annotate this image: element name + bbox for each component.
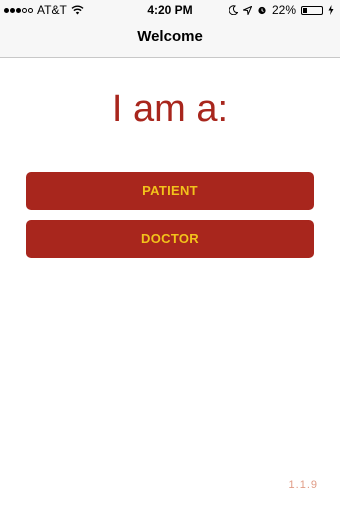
doctor-button[interactable]: DOCTOR (26, 220, 314, 258)
page-heading: I am a: (111, 88, 229, 130)
alarm-clock-icon (257, 5, 267, 15)
charging-bolt-icon (328, 5, 334, 15)
battery-percent: 22% (271, 3, 296, 17)
location-arrow-icon (242, 5, 252, 15)
moon-icon (228, 5, 238, 15)
nav-title: Welcome (137, 28, 203, 45)
navigation-bar: Welcome (0, 20, 340, 58)
patient-button[interactable]: PATIENT (26, 172, 314, 210)
battery-icon (301, 5, 323, 15)
battery-fill (303, 7, 307, 13)
status-bar: AT&T 4:20 PM 22% (0, 0, 340, 20)
version-label: 1.1.9 (288, 479, 318, 491)
status-right: 22% (228, 3, 334, 17)
